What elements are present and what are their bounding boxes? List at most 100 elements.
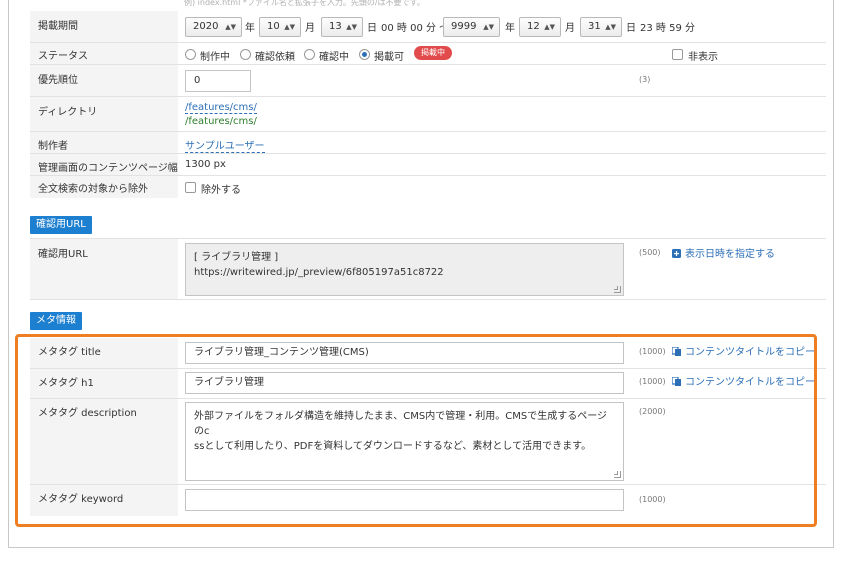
schedule-display-label: 表示日時を指定する (685, 249, 775, 260)
author-value: サンプルユーザー (185, 132, 826, 153)
filename-hint: 例) index.html *ファイル名と拡張子を入力。先頭の/は不要です。 (184, 0, 425, 7)
admin-width-text: 1300 px (185, 159, 226, 170)
meta-keyword-label: メタタグ keyword (30, 485, 178, 516)
preview-section-title: 確認用URL (30, 216, 92, 234)
meta-description-value: 外部ファイルをフォルダ構造を維持したまま、CMS内で管理・利用。CMSで生成する… (185, 399, 826, 484)
exclude-label: 除外する (201, 185, 241, 196)
directory-label: ディレクトリ (30, 97, 178, 131)
priority-label: 優先順位 (30, 65, 178, 96)
admin-width-label: 管理画面のコンテンツページ幅 (30, 154, 178, 175)
chevron-updown-icon: ▲▼ (346, 23, 357, 31)
end-day-select[interactable]: 31 ▲▼ (580, 17, 622, 37)
hide-checkbox[interactable] (672, 49, 683, 60)
status-row: ステータス 制作中 確認依頼 確認中 掲載可 掲載中 非表示 (30, 43, 826, 65)
directory-row: ディレクトリ /features/cms/ /features/cms/ (30, 97, 826, 132)
preview-url-row: 確認用URL [ ライブラリ管理 ] https://writewired.jp… (30, 238, 826, 300)
copy-h1-link[interactable]: コンテンツタイトルをコピー (672, 373, 815, 388)
fulltext-value: 除外する (185, 176, 826, 198)
directory-link[interactable]: /features/cms/ (185, 102, 257, 114)
copy-h1-label: コンテンツタイトルをコピー (685, 377, 815, 388)
meta-description-label: メタタグ description (30, 399, 178, 484)
preview-url-label: 確認用URL (30, 239, 178, 299)
end-time: 23 時 59 分 (640, 23, 695, 34)
preview-url-line1: [ ライブラリ管理 ] (194, 252, 279, 263)
meta-description-textarea[interactable]: 外部ファイルをフォルダ構造を維持したまま、CMS内で管理・利用。CMSで生成する… (185, 402, 624, 481)
meta-title-count: (1000) (639, 347, 666, 356)
status-radio-request[interactable] (240, 49, 251, 60)
fulltext-label: 全文検索の対象から除外 (30, 176, 178, 198)
chevron-updown-icon: ▲▼ (225, 23, 236, 31)
resize-grip-icon[interactable] (614, 286, 621, 293)
copy-icon (672, 347, 681, 356)
meta-h1-label: メタタグ h1 (30, 369, 178, 398)
meta-keyword-value (185, 485, 826, 516)
hide-label: 非表示 (688, 52, 718, 63)
period-row: 掲載期間 2020 ▲▼ 年 10 ▲▼ 月 13 ▲▼ 日 00 時 00 分 〜 … (30, 11, 826, 43)
year-unit: 年 (505, 23, 515, 34)
day-unit: 日 (367, 23, 377, 34)
end-year-select[interactable]: 9999 ▲▼ (443, 17, 500, 37)
status-radio-draft[interactable] (185, 49, 196, 60)
year-unit: 年 (245, 23, 255, 34)
status-option-label: 確認依頼 (255, 52, 295, 63)
copy-title-link[interactable]: コンテンツタイトルをコピー (672, 343, 815, 358)
admin-width-row: 管理画面のコンテンツページ幅 1300 px (30, 154, 826, 176)
start-day-select[interactable]: 13 ▲▼ (321, 17, 363, 37)
status-radio-publish[interactable] (359, 49, 370, 60)
start-year-select[interactable]: 2020 ▲▼ (185, 17, 242, 37)
fulltext-row: 全文検索の対象から除外 除外する (30, 176, 826, 198)
directory-value: /features/cms/ /features/cms/ (185, 97, 826, 131)
meta-description-count: (2000) (639, 407, 666, 416)
directory-path: /features/cms/ (185, 116, 257, 127)
meta-keyword-input[interactable] (185, 489, 624, 511)
status-option-label: 確認中 (319, 52, 349, 63)
meta-keyword-count: (1000) (639, 495, 666, 504)
admin-width-value: 1300 px (185, 154, 826, 175)
preview-url-textarea[interactable]: [ ライブラリ管理 ] https://writewired.jp/_previ… (185, 243, 624, 296)
meta-h1-input[interactable]: ライブラリ管理 (185, 372, 624, 394)
day-unit: 日 (626, 23, 636, 34)
copy-icon (672, 377, 681, 386)
copy-title-label: コンテンツタイトルをコピー (685, 347, 815, 358)
start-time: 00 時 00 分 〜 (381, 23, 450, 34)
month-unit: 月 (565, 23, 575, 34)
meta-description-line2: ssとして利用したり、PDFを資料してダウンロードするなど、素材として活用できま… (194, 441, 592, 452)
status-badge: 掲載中 (414, 46, 452, 60)
status-value: 制作中 確認依頼 確認中 掲載可 掲載中 非表示 (185, 43, 826, 64)
period-value: 2020 ▲▼ 年 10 ▲▼ 月 13 ▲▼ 日 00 時 00 分 〜 9999 ▲… (185, 11, 826, 42)
meta-description-line1: 外部ファイルをフォルダ構造を維持したまま、CMS内で管理・利用。CMSで生成する… (194, 411, 608, 437)
meta-h1-row: メタタグ h1 ライブラリ管理 (1000) コンテンツタイトルをコピー (30, 369, 826, 399)
start-month-select[interactable]: 10 ▲▼ (259, 17, 301, 37)
exclude-checkbox[interactable] (185, 182, 196, 193)
period-label: 掲載期間 (30, 11, 178, 42)
schedule-display-link[interactable]: 表示日時を指定する (672, 245, 775, 260)
meta-description-row: メタタグ description 外部ファイルをフォルダ構造を維持したまま、CM… (30, 399, 826, 485)
status-label: ステータス (30, 43, 178, 64)
meta-h1-count: (1000) (639, 377, 666, 386)
meta-keyword-row: メタタグ keyword (1000) (30, 485, 826, 516)
meta-section-title: メタ情報 (30, 312, 82, 330)
priority-count: (3) (639, 75, 651, 84)
preview-count: (500) (639, 248, 661, 257)
priority-row: 優先順位 0 (3) (30, 65, 826, 97)
author-link[interactable]: サンプルユーザー (185, 137, 265, 153)
status-radio-review[interactable] (304, 49, 315, 60)
form-panel: 例) index.html *ファイル名と拡張子を入力。先頭の/は不要です。 掲… (8, 0, 834, 548)
status-option-label: 制作中 (200, 52, 230, 63)
chevron-updown-icon: ▲▼ (544, 23, 555, 31)
meta-title-input[interactable]: ライブラリ管理_コンテンツ管理(CMS) (185, 342, 624, 364)
meta-title-row: メタタグ title ライブラリ管理_コンテンツ管理(CMS) (1000) コ… (30, 338, 826, 369)
author-row: 制作者 サンプルユーザー (30, 132, 826, 154)
chevron-updown-icon: ▲▼ (605, 23, 616, 31)
author-label: 制作者 (30, 132, 178, 153)
preview-url-line2: https://writewired.jp/_preview/6f805197a… (194, 267, 444, 278)
end-month-select[interactable]: 12 ▲▼ (519, 17, 561, 37)
status-option-label: 掲載可 (374, 52, 404, 63)
month-unit: 月 (305, 23, 315, 34)
chevron-updown-icon: ▲▼ (483, 23, 494, 31)
chevron-updown-icon: ▲▼ (284, 23, 295, 31)
priority-input[interactable]: 0 (185, 70, 251, 92)
plus-square-icon (672, 249, 681, 258)
meta-title-label: メタタグ title (30, 338, 178, 368)
resize-grip-icon[interactable] (614, 471, 621, 478)
